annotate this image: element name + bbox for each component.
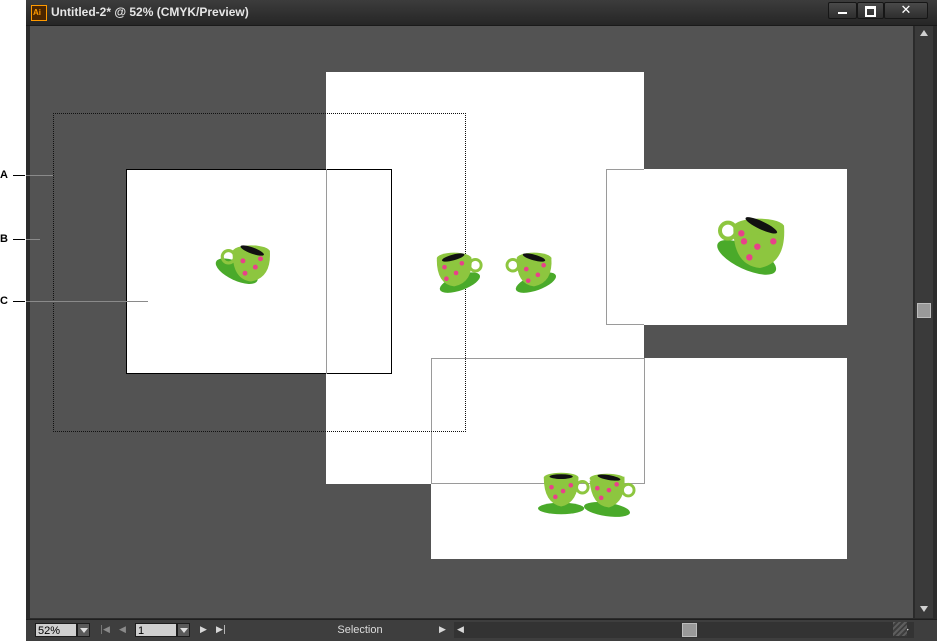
close-button[interactable]: ✕ <box>884 2 928 19</box>
teacup-icon[interactable] <box>505 244 563 298</box>
page-dropdown-button[interactable] <box>177 623 190 637</box>
status-tool-label[interactable]: Selection <box>298 622 422 638</box>
teacup-icon[interactable] <box>578 466 636 522</box>
vertical-scroll-thumb[interactable] <box>917 303 931 318</box>
callout-a-line <box>13 175 25 176</box>
previous-page-icon[interactable]: ◀ <box>119 623 126 637</box>
artboard-outline-top-right <box>606 169 644 325</box>
first-page-icon[interactable]: |◀ <box>100 623 110 637</box>
minimize-button[interactable] <box>828 2 857 19</box>
callout-a-leader <box>26 175 53 176</box>
status-menu-icon[interactable]: ▶ <box>439 623 446 637</box>
callout-c-line <box>13 301 25 302</box>
horizontal-scrollbar[interactable]: ◀ ▶ <box>454 622 914 638</box>
minimize-icon <box>838 12 847 14</box>
zoom-level-field[interactable]: 52% <box>35 623 77 637</box>
maximize-icon <box>865 6 876 17</box>
zoom-dropdown-button[interactable] <box>77 623 90 637</box>
chevron-down-icon <box>80 628 88 633</box>
scroll-left-icon[interactable]: ◀ <box>457 623 464 637</box>
illustrator-app-icon: Ai <box>31 5 47 21</box>
callout-c-leader <box>26 301 148 302</box>
page-number-field[interactable]: 1 <box>135 623 177 637</box>
teacup-icon[interactable] <box>712 206 792 282</box>
status-bar: 52% |◀ ◀ 1 ▶ ▶| Selection ▶ ◀ ▶ <box>26 619 937 641</box>
close-icon: ✕ <box>900 3 912 18</box>
callout-c-label: C <box>0 295 8 307</box>
title-bar[interactable]: Ai Untitled-2* @ 52% (CMYK/Preview) ✕ <box>26 0 937 26</box>
teacup-icon[interactable] <box>429 244 487 298</box>
chevron-down-icon <box>180 628 188 633</box>
resize-grip-icon[interactable] <box>893 622 907 636</box>
document-window: Ai Untitled-2* @ 52% (CMYK/Preview) ✕ 52… <box>26 0 937 641</box>
window-title: Untitled-2* @ 52% (CMYK/Preview) <box>51 5 249 19</box>
teacup-icon[interactable] <box>214 236 276 294</box>
last-page-icon[interactable]: ▶| <box>216 623 226 637</box>
scroll-up-icon[interactable] <box>920 30 928 36</box>
maximize-button[interactable] <box>857 2 884 19</box>
callout-b-leader <box>26 239 40 240</box>
callout-a-label: A <box>0 169 8 181</box>
callout-b-label: B <box>0 233 8 245</box>
scroll-down-icon[interactable] <box>920 606 928 612</box>
vertical-scrollbar[interactable] <box>915 26 933 618</box>
next-page-icon[interactable]: ▶ <box>200 623 207 637</box>
callout-b-line <box>13 239 25 240</box>
document-canvas[interactable] <box>30 26 913 618</box>
horizontal-scroll-thumb[interactable] <box>682 623 697 637</box>
